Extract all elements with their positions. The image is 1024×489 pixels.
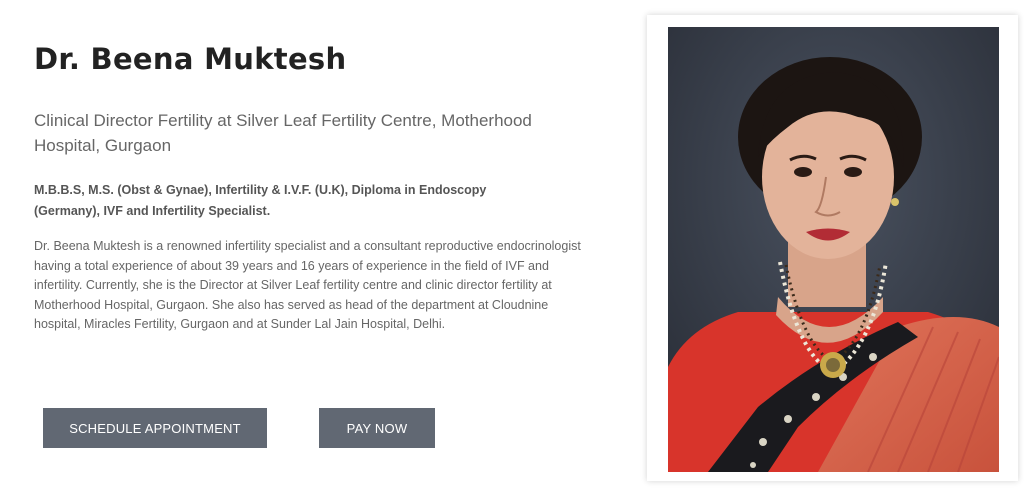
pay-now-button[interactable]: PAY NOW [319,408,435,448]
doctor-role: Clinical Director Fertility at Silver Le… [34,111,532,155]
doctor-name: Dr. Beena Muktesh [34,42,347,76]
photo-card [647,15,1018,481]
schedule-appointment-button[interactable]: SCHEDULE APPOINTMENT [43,408,267,448]
doctor-photo [668,27,999,472]
doctor-portrait-image [668,27,999,472]
doctor-qualifications: M.B.B.S, M.S. (Obst & Gynae), Infertilit… [34,183,487,218]
doctor-bio: Dr. Beena Muktesh is a renowned infertil… [34,239,581,331]
